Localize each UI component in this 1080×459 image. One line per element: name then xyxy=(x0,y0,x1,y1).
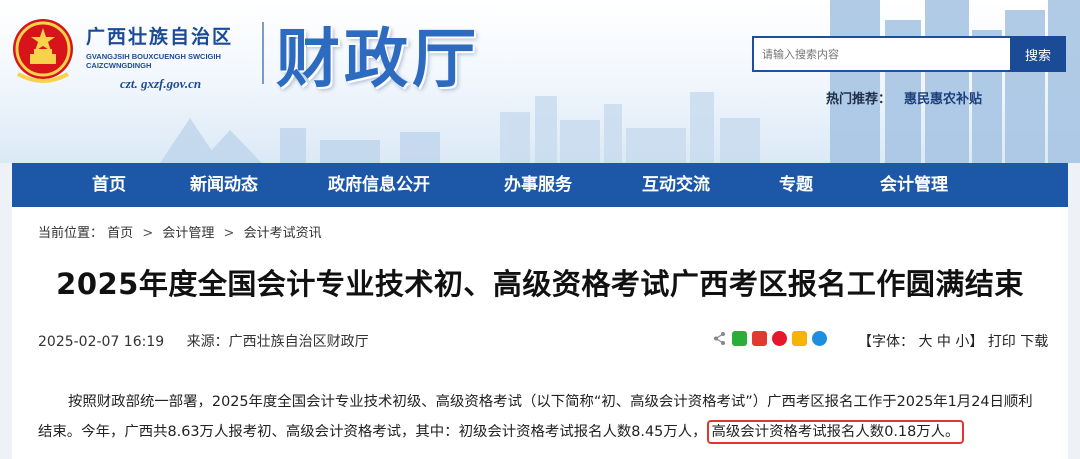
site-header: 广西壮族自治区 GVANGJSIH BOUXCUENGH SWCIGIH CAI… xyxy=(0,0,1080,163)
nav-item-home[interactable]: 首页 xyxy=(92,163,126,207)
toutiao-icon[interactable] xyxy=(752,331,767,346)
weibo-icon[interactable] xyxy=(772,331,787,346)
breadcrumb-prefix: 当前位置： xyxy=(38,226,104,241)
article-body: 按照财政部统一部署，2025年度全国会计专业技术初级、高级资格考试（以下简称“初… xyxy=(38,387,1046,447)
main-nav: 首页 新闻动态 政府信息公开 办事服务 互动交流 专题 会计管理 xyxy=(12,163,1068,207)
nav-item-topics[interactable]: 专题 xyxy=(779,163,813,207)
article-card: 当前位置： 首页 > 会计管理 > 会计考试资讯 2025年度全国会计专业技术初… xyxy=(12,207,1068,459)
article-date: 2025-02-07 16:19 xyxy=(38,334,165,350)
download-button[interactable]: 下载 xyxy=(1020,334,1048,350)
breadcrumb-item-accounting[interactable]: 会计管理 xyxy=(162,222,214,241)
search-button[interactable]: 搜索 xyxy=(1010,36,1066,72)
article-meta: 2025-02-07 16:19 来源：广西壮族自治区财政厅 xyxy=(38,331,369,351)
article-title: 2025年度全国会计专业技术初、高级资格考试广西考区报名工作圆满结束 xyxy=(56,267,1024,301)
qzone-icon[interactable] xyxy=(792,331,807,346)
national-emblem-logo xyxy=(13,19,73,83)
nav-item-news[interactable]: 新闻动态 xyxy=(190,163,258,207)
org-name-zhuang: GVANGJSIH BOUXCUENGH SWCIGIH CAIZCWNGDIN… xyxy=(86,52,256,70)
highlighted-sentence: 高级会计资格考试报名人数0.18万人。 xyxy=(706,420,965,444)
org-name-chinese: 广西壮族自治区 xyxy=(86,26,234,48)
share-icon[interactable] xyxy=(712,331,727,346)
hot-recommend-link[interactable]: 惠民惠农补贴 xyxy=(904,88,982,107)
breadcrumb-separator: > xyxy=(223,226,235,241)
font-small-button[interactable]: 小 xyxy=(955,334,969,350)
header-divider xyxy=(262,22,264,84)
nav-item-services[interactable]: 办事服务 xyxy=(504,163,572,207)
nav-item-gov-info[interactable]: 政府信息公开 xyxy=(328,163,430,207)
hot-recommend-label: 热门推荐： xyxy=(826,92,892,107)
breadcrumb-separator: > xyxy=(142,226,154,241)
share-bar xyxy=(712,331,827,346)
org-name-zhuang-line2: CAIZCWNGDINGH xyxy=(86,61,152,70)
breadcrumb-item-exam-news[interactable]: 会计考试资讯 xyxy=(244,222,322,241)
font-size-label: 【字体： xyxy=(858,334,914,350)
font-size-close: 】 xyxy=(969,334,984,350)
print-button[interactable]: 打印 xyxy=(988,334,1016,350)
font-large-button[interactable]: 大 xyxy=(918,334,932,350)
breadcrumb: 当前位置： 首页 > 会计管理 > 会计考试资讯 xyxy=(38,222,322,241)
nav-item-accounting[interactable]: 会计管理 xyxy=(880,163,948,207)
department-title: 财政厅 xyxy=(276,22,480,97)
source-label: 来源： xyxy=(186,334,229,350)
article-source: 广西壮族自治区财政厅 xyxy=(228,334,369,350)
article-tools: 【字体： 大 中 小】 打印 下载 xyxy=(858,331,1048,351)
site-domain: czt. gxzf.gov.cn xyxy=(120,76,202,91)
qq-icon[interactable] xyxy=(812,331,827,346)
nav-item-interaction[interactable]: 互动交流 xyxy=(642,163,710,207)
search-input[interactable] xyxy=(752,36,1016,72)
font-medium-button[interactable]: 中 xyxy=(937,334,951,350)
org-name-zhuang-line1: GVANGJSIH BOUXCUENGH SWCIGIH xyxy=(86,52,221,61)
wechat-icon[interactable] xyxy=(732,331,747,346)
breadcrumb-item-home[interactable]: 首页 xyxy=(107,222,133,241)
